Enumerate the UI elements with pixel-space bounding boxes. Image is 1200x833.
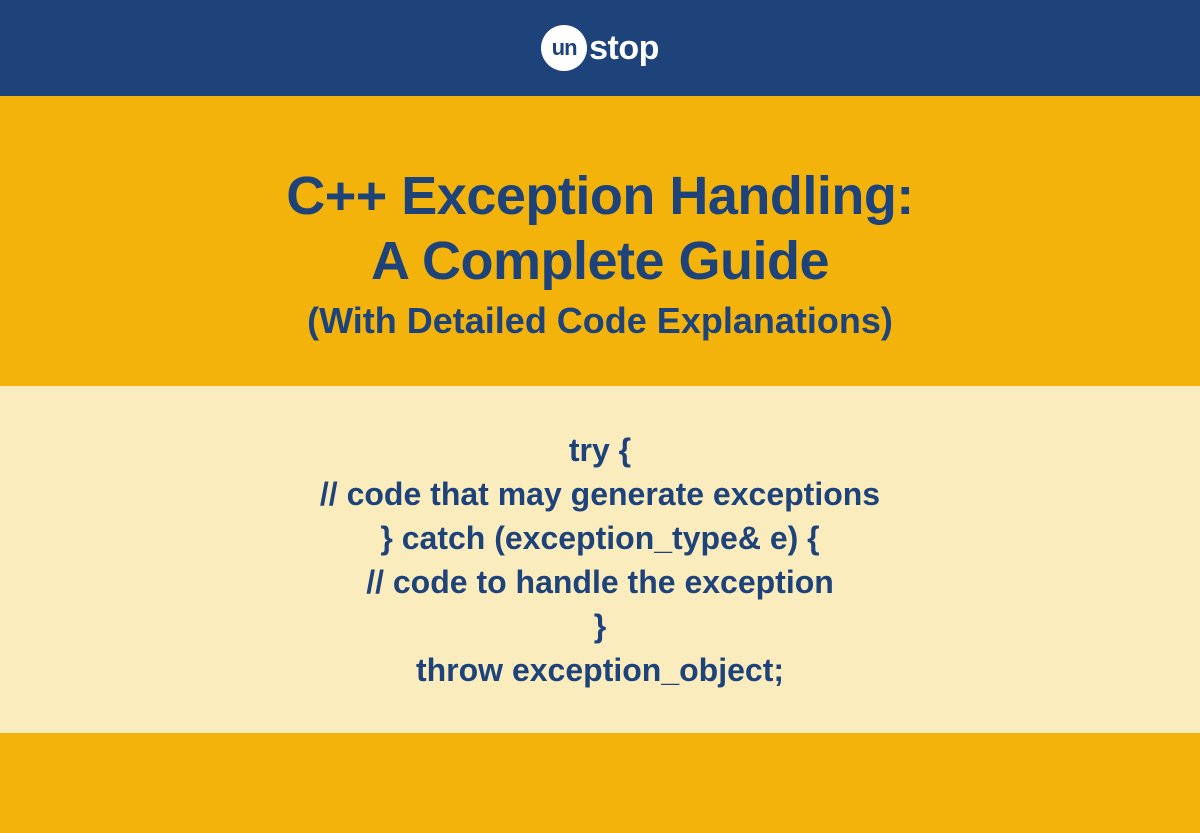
- header-bar: un stop: [0, 0, 1200, 96]
- code-line-4: // code to handle the exception: [40, 560, 1160, 604]
- code-line-5: }: [40, 604, 1160, 648]
- brand-logo: un stop: [541, 25, 659, 71]
- logo-circle-icon: un: [541, 25, 587, 71]
- logo-text: stop: [589, 29, 659, 68]
- code-line-6: throw exception_object;: [40, 648, 1160, 692]
- code-line-2: // code that may generate exceptions: [40, 472, 1160, 516]
- code-line-1: try {: [40, 428, 1160, 472]
- code-band: try { // code that may generate exceptio…: [0, 386, 1200, 733]
- title-line-1: C++ Exception Handling:: [40, 164, 1160, 229]
- logo-circle-text: un: [552, 35, 577, 61]
- subtitle-line: (With Detailed Code Explanations): [40, 300, 1160, 342]
- title-band: C++ Exception Handling: A Complete Guide…: [0, 96, 1200, 386]
- code-line-3: } catch (exception_type& e) {: [40, 516, 1160, 560]
- title-line-2: A Complete Guide: [40, 229, 1160, 294]
- footer-band: [0, 733, 1200, 833]
